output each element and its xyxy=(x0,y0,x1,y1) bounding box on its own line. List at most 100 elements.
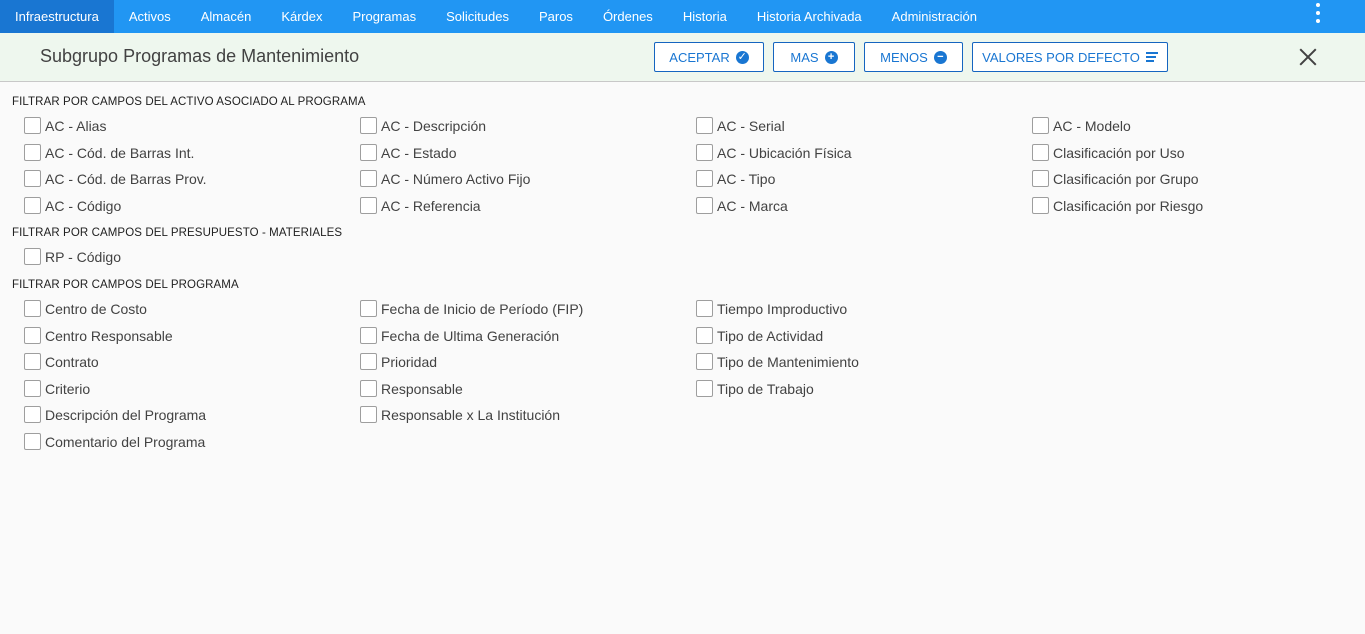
filter-checkbox[interactable]: Clasificación por Riesgo xyxy=(1032,197,1203,214)
page-header: Subgrupo Programas de Mantenimiento ACEP… xyxy=(0,33,1365,82)
filter-checkbox[interactable]: Tipo de Actividad xyxy=(696,327,823,344)
filter-checkbox[interactable]: AC - Tipo xyxy=(696,170,775,187)
checkbox-box[interactable] xyxy=(1032,170,1049,187)
sort-lines-icon xyxy=(1145,52,1158,62)
checkbox-box[interactable] xyxy=(1032,117,1049,134)
remove-circle-icon: − xyxy=(933,50,947,64)
checkbox-label: Criterio xyxy=(45,380,91,397)
checkbox-box[interactable] xyxy=(360,380,377,397)
checkbox-label: AC - Descripción xyxy=(381,117,487,134)
checkbox-box[interactable] xyxy=(360,170,377,187)
filter-checkbox[interactable]: AC - Cód. de Barras Prov. xyxy=(24,170,207,187)
filter-checkbox[interactable]: AC - Estado xyxy=(360,144,456,161)
filter-checkbox[interactable]: AC - Cód. de Barras Int. xyxy=(24,144,194,161)
checkbox-box[interactable] xyxy=(24,353,41,370)
filter-checkbox[interactable]: Comentario del Programa xyxy=(24,433,205,450)
check-circle-icon: ✓ xyxy=(735,50,749,64)
checkbox-box[interactable] xyxy=(1032,197,1049,214)
filter-checkbox[interactable]: Responsable x La Institución xyxy=(360,406,560,423)
nav-item[interactable]: Historia xyxy=(668,0,742,33)
checkbox-box[interactable] xyxy=(24,197,41,214)
checkbox-box[interactable] xyxy=(24,380,41,397)
filter-checkbox[interactable]: AC - Marca xyxy=(696,197,788,214)
filter-checkbox[interactable]: Prioridad xyxy=(360,353,437,370)
checkbox-box[interactable] xyxy=(696,144,713,161)
nav-item[interactable]: Órdenes xyxy=(588,0,668,33)
nav-item[interactable]: Administración xyxy=(877,0,992,33)
filter-checkbox[interactable]: Tipo de Mantenimiento xyxy=(696,353,859,370)
filter-checkbox[interactable]: Responsable xyxy=(360,380,463,397)
checkbox-label: Prioridad xyxy=(381,353,438,370)
filter-checkbox[interactable]: Fecha de Ultima Generación xyxy=(360,327,559,344)
filter-checkbox[interactable]: Centro de Costo xyxy=(24,300,147,317)
more-vert-icon[interactable] xyxy=(1309,3,1327,23)
filter-checkbox[interactable]: Criterio xyxy=(24,380,90,397)
checkbox-label: AC - Modelo xyxy=(1053,117,1131,134)
checkbox-label: AC - Referencia xyxy=(381,197,481,214)
checkbox-box[interactable] xyxy=(24,248,41,265)
filter-checkbox[interactable]: AC - Referencia xyxy=(360,197,481,214)
filter-checkbox[interactable]: RP - Código xyxy=(24,248,121,265)
checkbox-box[interactable] xyxy=(360,117,377,134)
filter-checkbox[interactable]: AC - Ubicación Física xyxy=(696,144,852,161)
filter-checkbox[interactable]: Tipo de Trabajo xyxy=(696,380,814,397)
checkbox-box[interactable] xyxy=(696,327,713,344)
close-icon[interactable] xyxy=(1297,46,1319,68)
filter-checkbox[interactable]: Centro Responsable xyxy=(24,327,173,344)
less-button[interactable]: MENOS − xyxy=(864,42,963,72)
checkbox-box[interactable] xyxy=(696,117,713,134)
checkbox-box[interactable] xyxy=(360,353,377,370)
checkbox-box[interactable] xyxy=(360,144,377,161)
checkbox-box[interactable] xyxy=(696,300,713,317)
checkbox-label: Responsable x La Institución xyxy=(381,406,560,423)
checkbox-label: Tipo de Trabajo xyxy=(717,380,814,397)
checkbox-box[interactable] xyxy=(1032,144,1049,161)
filter-checkbox[interactable]: Contrato xyxy=(24,353,99,370)
less-button-label: MENOS xyxy=(880,49,928,65)
filter-checkbox[interactable]: Clasificación por Grupo xyxy=(1032,170,1199,187)
filter-checkbox[interactable]: AC - Descripción xyxy=(360,117,486,134)
checkbox-box[interactable] xyxy=(24,170,41,187)
checkbox-label: AC - Tipo xyxy=(717,170,776,187)
checkbox-box[interactable] xyxy=(696,170,713,187)
filter-checkbox[interactable]: AC - Modelo xyxy=(1032,117,1131,134)
checkbox-box[interactable] xyxy=(360,327,377,344)
checkbox-label: Tipo de Mantenimiento xyxy=(717,353,859,370)
filter-checkbox[interactable]: Clasificación por Uso xyxy=(1032,144,1185,161)
filter-checkbox[interactable]: AC - Serial xyxy=(696,117,785,134)
nav-item[interactable]: Paros xyxy=(524,0,588,33)
accept-button-label: ACEPTAR xyxy=(669,49,730,65)
filter-checkbox[interactable]: Tiempo Improductivo xyxy=(696,300,847,317)
checkbox-box[interactable] xyxy=(360,300,377,317)
filter-checkbox[interactable]: AC - Código xyxy=(24,197,121,214)
filter-checkbox[interactable]: Fecha de Inicio de Período (FIP) xyxy=(360,300,583,317)
nav-item[interactable]: Almacén xyxy=(186,0,267,33)
checkbox-box[interactable] xyxy=(24,406,41,423)
nav-item[interactable]: Solicitudes xyxy=(431,0,524,33)
checkbox-label: Tiempo Improductivo xyxy=(717,300,848,317)
more-button[interactable]: MAS + xyxy=(773,42,855,72)
checkbox-label: Responsable xyxy=(381,380,463,397)
accept-button[interactable]: ACEPTAR ✓ xyxy=(654,42,764,72)
checkbox-label: AC - Código xyxy=(45,197,122,214)
checkbox-label: Tipo de Actividad xyxy=(717,327,824,344)
nav-item[interactable]: Activos xyxy=(114,0,186,33)
nav-item[interactable]: Infraestructura xyxy=(0,0,114,33)
defaults-button[interactable]: VALORES POR DEFECTO xyxy=(972,42,1168,72)
nav-item[interactable]: Kárdex xyxy=(266,0,337,33)
filter-checkbox[interactable]: AC - Alias xyxy=(24,117,106,134)
checkbox-box[interactable] xyxy=(24,433,41,450)
nav-item[interactable]: Historia Archivada xyxy=(742,0,877,33)
checkbox-box[interactable] xyxy=(24,117,41,134)
filter-checkbox[interactable]: Descripción del Programa xyxy=(24,406,206,423)
checkbox-box[interactable] xyxy=(696,353,713,370)
checkbox-box[interactable] xyxy=(360,406,377,423)
filter-checkbox[interactable]: AC - Número Activo Fijo xyxy=(360,170,530,187)
checkbox-box[interactable] xyxy=(24,300,41,317)
checkbox-box[interactable] xyxy=(696,380,713,397)
nav-item[interactable]: Programas xyxy=(338,0,432,33)
checkbox-box[interactable] xyxy=(24,144,41,161)
checkbox-box[interactable] xyxy=(24,327,41,344)
checkbox-box[interactable] xyxy=(360,197,377,214)
checkbox-box[interactable] xyxy=(696,197,713,214)
